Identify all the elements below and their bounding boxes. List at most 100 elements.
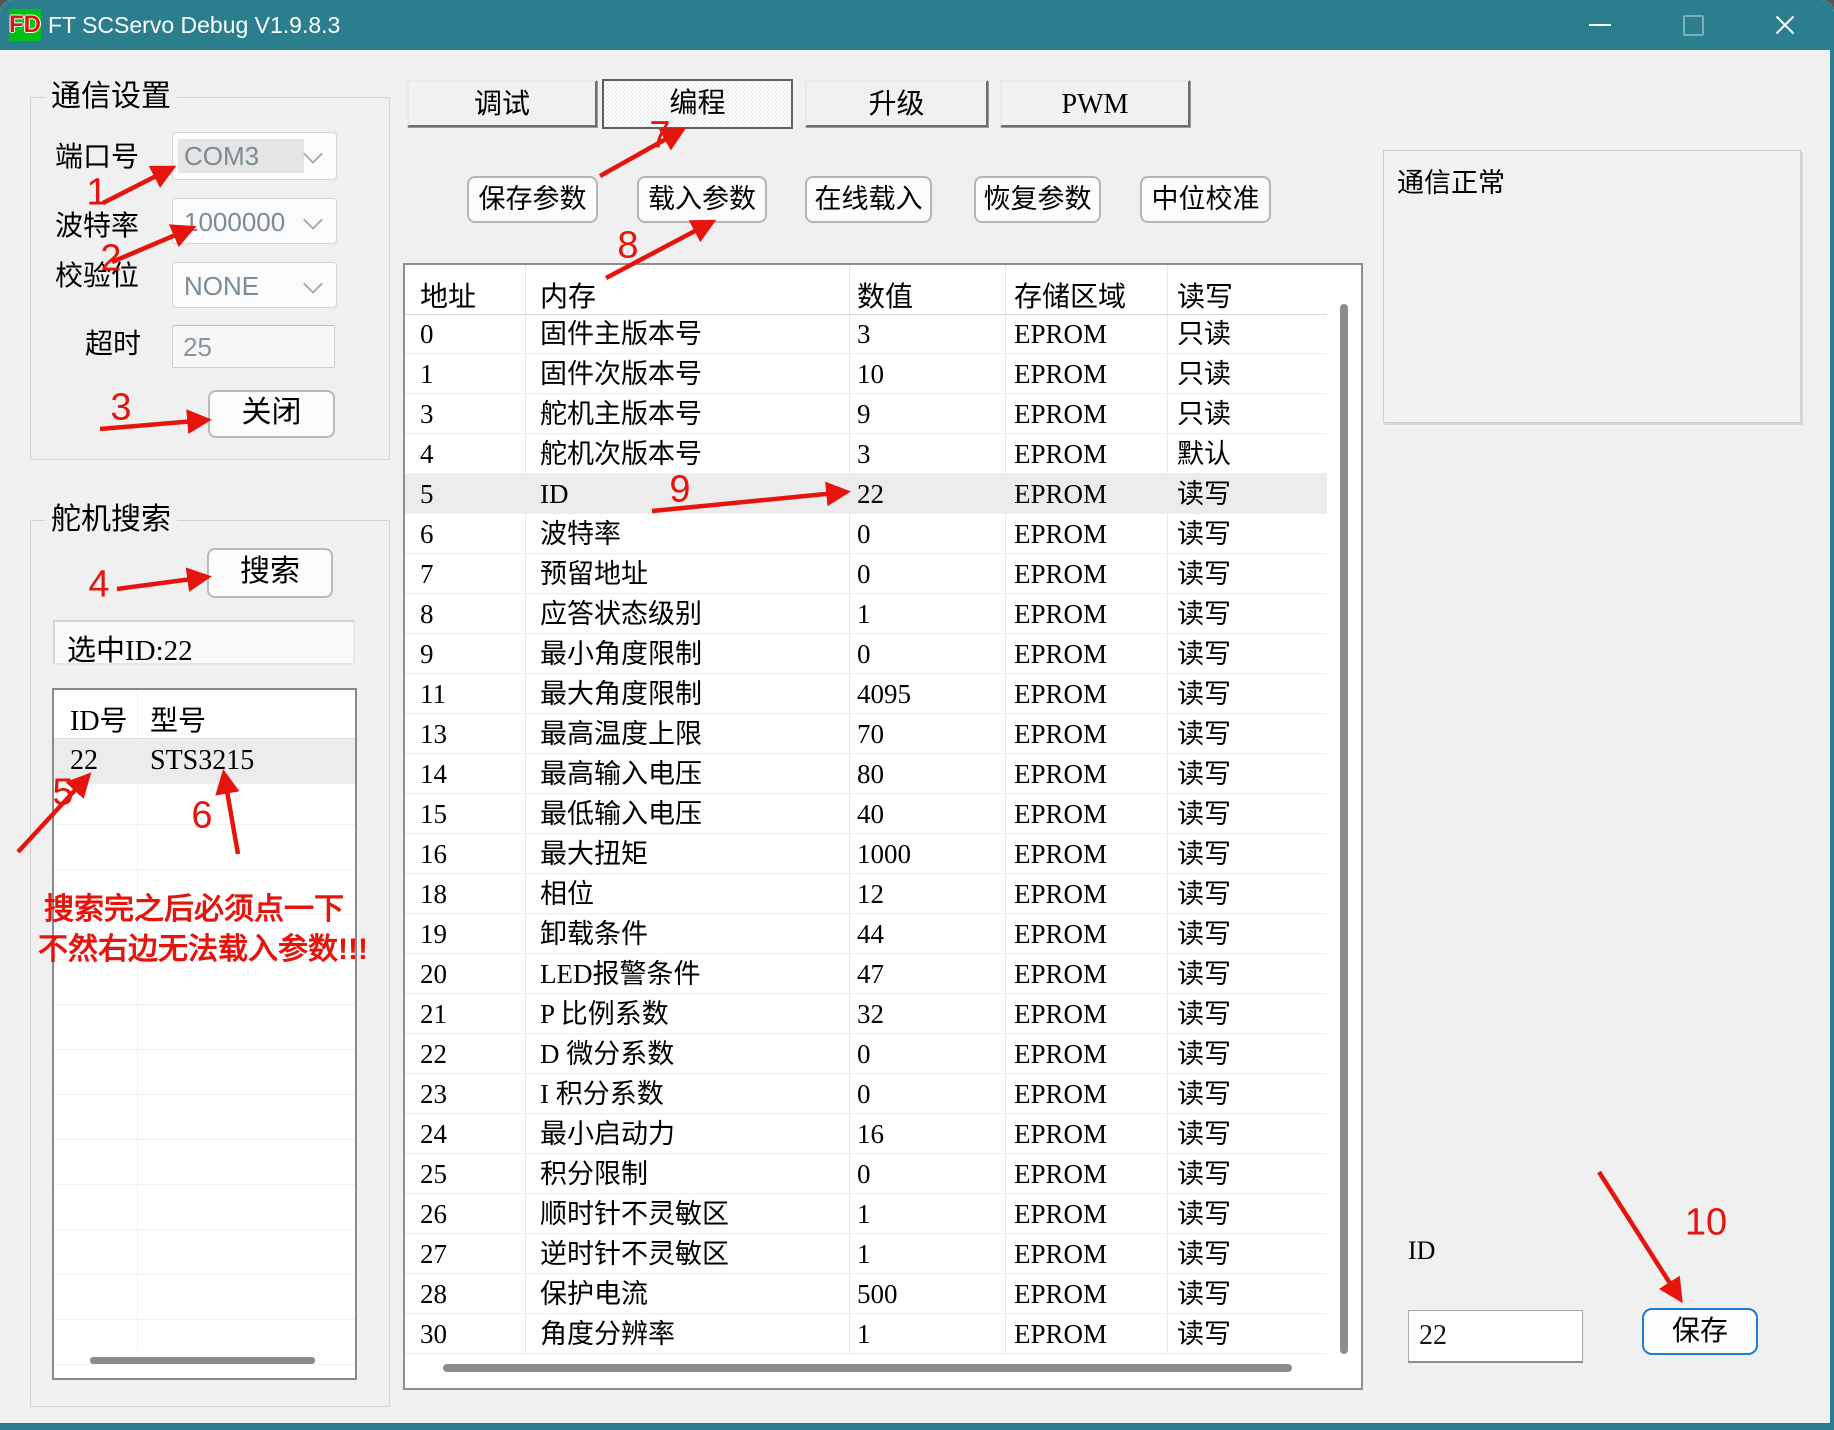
col-storage: 存储区域	[1014, 275, 1126, 315]
servo-list-empty-row[interactable]	[54, 1095, 355, 1140]
col-address: 地址	[420, 275, 476, 315]
table-cell: EPROM	[1014, 999, 1107, 1029]
servo-list-empty-row[interactable]	[54, 1005, 355, 1050]
table-row[interactable]: 14最高输入电压80EPROM读写	[405, 754, 1327, 794]
table-row[interactable]: 13最高温度上限70EPROM读写	[405, 714, 1327, 754]
table-cell: 27	[420, 1239, 447, 1269]
table-row[interactable]: 4舵机次版本号3EPROM默认	[405, 434, 1327, 474]
table-cell: 保护电流	[540, 1279, 648, 1309]
table-row[interactable]: 6波特率0EPROM读写	[405, 514, 1327, 554]
table-vscrollbar[interactable]	[1340, 304, 1348, 1354]
window-edge-right	[1830, 50, 1834, 1430]
table-cell: 相位	[540, 879, 594, 909]
table-row[interactable]: 8应答状态级别1EPROM读写	[405, 594, 1327, 634]
table-cell: 默认	[1177, 439, 1231, 469]
close-port-button[interactable]: 关闭	[208, 390, 335, 438]
save-params-button[interactable]: 保存参数	[467, 176, 598, 223]
servo-list-empty-row[interactable]	[54, 1275, 355, 1320]
annotation-8: 8	[617, 225, 638, 268]
annotation-4: 4	[88, 564, 109, 607]
id-input[interactable]: 22	[1408, 1310, 1583, 1363]
table-row[interactable]: 1固件次版本号10EPROM只读	[405, 354, 1327, 394]
param-table[interactable]: 地址 内存 数值 存储区域 读写 0固件主版本号3EPROM只读1固件次版本号1…	[403, 263, 1363, 1390]
tab-program[interactable]: 编程	[602, 79, 793, 129]
table-row[interactable]: 24最小启动力16EPROM读写	[405, 1114, 1327, 1154]
table-row[interactable]: 25积分限制0EPROM读写	[405, 1154, 1327, 1194]
table-row[interactable]: 21P 比例系数32EPROM读写	[405, 994, 1327, 1034]
tab-pwm[interactable]: PWM	[1000, 80, 1190, 127]
table-row[interactable]: 7预留地址0EPROM读写	[405, 554, 1327, 594]
table-row[interactable]: 5ID22EPROM读写	[405, 474, 1327, 514]
minimize-button[interactable]	[1577, 0, 1623, 50]
table-cell: EPROM	[1014, 959, 1107, 989]
minimize-icon	[1589, 24, 1611, 26]
table-cell: 读写	[1177, 599, 1231, 629]
app-window: FD FT SCServo Debug V1.9.8.3 通信设置 端口号 CO…	[0, 0, 1834, 1430]
servo-list-empty-row[interactable]	[54, 1050, 355, 1095]
table-row[interactable]: 27逆时针不灵敏区1EPROM读写	[405, 1234, 1327, 1274]
table-cell: 读写	[1177, 799, 1231, 829]
tab-debug[interactable]: 调试	[407, 80, 597, 127]
servo-list-empty-row[interactable]	[54, 1185, 355, 1230]
table-cell: 读写	[1177, 919, 1231, 949]
table-cell: 20	[420, 959, 447, 989]
table-cell: 读写	[1177, 1079, 1231, 1109]
center-calibrate-button[interactable]: 中位校准	[1140, 176, 1271, 223]
table-cell: 3	[857, 319, 871, 349]
table-row[interactable]: 9最小角度限制0EPROM读写	[405, 634, 1327, 674]
table-cell: 舵机次版本号	[540, 439, 702, 469]
save-id-button[interactable]: 保存	[1642, 1308, 1758, 1355]
table-hscrollbar[interactable]	[443, 1364, 1292, 1372]
table-cell: ID	[540, 479, 569, 509]
table-row[interactable]: 20LED报警条件47EPROM读写	[405, 954, 1327, 994]
table-row[interactable]: 30角度分辨率1EPROM读写	[405, 1314, 1327, 1354]
table-cell: 23	[420, 1079, 447, 1109]
table-row[interactable]: 11最大角度限制4095EPROM读写	[405, 674, 1327, 714]
table-cell: 1	[857, 1199, 871, 1229]
table-row[interactable]: 18相位12EPROM读写	[405, 874, 1327, 914]
load-params-button[interactable]: 载入参数	[637, 176, 767, 223]
table-cell: 读写	[1177, 1199, 1231, 1229]
table-cell: 21	[420, 999, 447, 1029]
annotation-5: 5	[52, 772, 73, 815]
table-cell: 32	[857, 999, 884, 1029]
table-cell: 最小角度限制	[540, 639, 702, 669]
table-cell: 26	[420, 1199, 447, 1229]
parity-combobox[interactable]: NONE	[172, 262, 337, 308]
table-row[interactable]: 28保护电流500EPROM读写	[405, 1274, 1327, 1314]
servo-list-empty-row[interactable]	[54, 1140, 355, 1185]
annotation-note-2: 不然右边无法载入参数!!!	[38, 924, 368, 968]
table-cell: 24	[420, 1119, 447, 1149]
servo-list-empty-row[interactable]	[54, 1230, 355, 1275]
table-row[interactable]: 26顺时针不灵敏区1EPROM读写	[405, 1194, 1327, 1234]
servo-list[interactable]: ID号 型号 22STS3215	[52, 688, 357, 1380]
restore-params-button[interactable]: 恢复参数	[974, 176, 1101, 223]
online-load-button[interactable]: 在线载入	[805, 176, 932, 223]
timeout-input[interactable]: 25	[172, 325, 335, 368]
search-button[interactable]: 搜索	[207, 548, 333, 598]
table-cell: 角度分辨率	[540, 1319, 675, 1349]
table-row[interactable]: 22D 微分系数0EPROM读写	[405, 1034, 1327, 1074]
table-row[interactable]: 3舵机主版本号9EPROM只读	[405, 394, 1327, 434]
table-row[interactable]: 19卸载条件44EPROM读写	[405, 914, 1327, 954]
tab-upgrade[interactable]: 升级	[805, 80, 988, 127]
table-cell: EPROM	[1014, 559, 1107, 589]
table-row[interactable]: 15最低输入电压40EPROM读写	[405, 794, 1327, 834]
port-combobox[interactable]: COM3	[172, 132, 337, 180]
maximize-button[interactable]	[1669, 0, 1715, 50]
table-row[interactable]: 23I 积分系数0EPROM读写	[405, 1074, 1327, 1114]
table-cell: EPROM	[1014, 1079, 1107, 1109]
close-button[interactable]	[1762, 0, 1808, 50]
servo-list-row[interactable]: 22STS3215	[54, 739, 355, 784]
list-hscrollbar[interactable]	[90, 1357, 315, 1364]
table-cell: LED报警条件	[540, 959, 700, 989]
table-cell: 1	[420, 359, 434, 389]
table-cell: 5	[420, 479, 434, 509]
col-value: 数值	[857, 275, 913, 315]
table-row[interactable]: 16最大扭矩1000EPROM读写	[405, 834, 1327, 874]
baud-combobox[interactable]: 1000000	[172, 198, 337, 244]
table-row[interactable]: 0固件主版本号3EPROM只读	[405, 314, 1327, 354]
table-cell: 15	[420, 799, 447, 829]
table-cell: 读写	[1177, 1159, 1231, 1189]
table-cell: 0	[857, 519, 871, 549]
